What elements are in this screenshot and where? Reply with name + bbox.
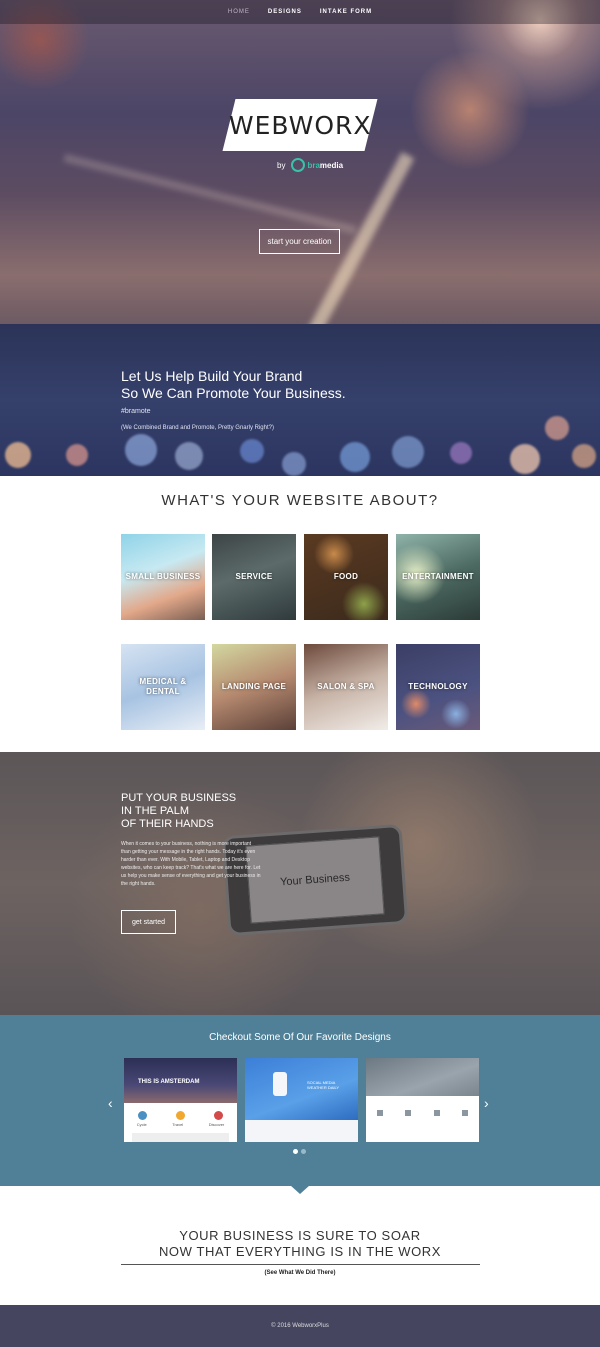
soar-line2: NOW THAT EVERYTHING IS IN THE WORX [158, 1244, 442, 1259]
bokeh-light [450, 442, 472, 464]
bokeh-light [282, 452, 306, 476]
carousel-prev-icon[interactable]: ‹ [108, 1095, 113, 1111]
feature-icon [405, 1110, 412, 1116]
feature-icon [461, 1110, 468, 1116]
palm-heading: PUT YOUR BUSINESS IN THE PALM OF THEIR H… [121, 792, 236, 831]
design-thumbnail-amsterdam[interactable]: THIS IS AMSTERDAM Cycle Travel Discover [124, 1058, 237, 1142]
bokeh-light [510, 444, 540, 474]
cycle-icon [138, 1111, 148, 1120]
design-thumbnail-desk[interactable] [366, 1058, 479, 1142]
divider [121, 1264, 480, 1265]
tile-label: FOOD [333, 572, 359, 581]
byline: by bramedia [277, 158, 343, 172]
bokeh-light [572, 444, 596, 468]
start-creation-button[interactable]: start your creation [259, 229, 340, 254]
soar-subtext: (See What We Did There) [264, 1270, 336, 1276]
discover-icon [213, 1111, 223, 1120]
bramedia-wordmark: bramedia [307, 160, 344, 170]
thumb-features [366, 1096, 479, 1116]
thumb-feature-label: Travel [172, 1122, 184, 1127]
bokeh-light [125, 434, 157, 466]
thumb-text-block [132, 1133, 229, 1142]
nav-home[interactable]: HOME [228, 9, 250, 15]
palm-heading-line3: OF THEIR HANDS [121, 818, 214, 830]
carousel-dot-active[interactable] [293, 1149, 298, 1154]
section-caret [290, 1185, 310, 1194]
tile-label: MEDICAL & DENTAL [139, 677, 187, 696]
bramedia-circle-icon [291, 158, 306, 172]
brand-hashtag: #bramote [121, 408, 151, 415]
feature-icon [433, 1110, 440, 1116]
thumb-hero: SOCIAL MEDIA WEATHER DAILY [245, 1058, 358, 1120]
thumb-hero: THIS IS AMSTERDAM [124, 1058, 237, 1103]
bramedia-logo: bramedia [291, 158, 343, 172]
tile-label: ENTERTAINMENT [402, 572, 474, 581]
tile-technology[interactable]: TECHNOLOGY [396, 644, 480, 730]
tile-food[interactable]: FOOD [304, 534, 388, 620]
tile-salon-spa[interactable]: SALON & SPA [304, 644, 388, 730]
webworx-logo[interactable]: WEBWORX [222, 99, 378, 151]
phone-screen-text: Your Business [279, 871, 351, 889]
bokeh-light [240, 439, 264, 463]
thumb-body [245, 1120, 358, 1142]
get-started-button[interactable]: get started [121, 910, 176, 934]
brand-note: (We Combined Brand and Promote, Pretty G… [121, 425, 274, 431]
brand-heading-line1: Let Us Help Build Your Brand [121, 368, 303, 384]
nav-designs[interactable]: DESIGNS [268, 9, 302, 15]
phone-screen: Your Business [245, 836, 385, 924]
tile-label: TECHNOLOGY [408, 682, 468, 691]
tile-entertainment[interactable]: ENTERTAINMENT [396, 534, 480, 620]
palm-body: When it comes to your business, nothing … [121, 841, 261, 887]
tile-small-business[interactable]: SMALL BUSINESS [121, 534, 205, 620]
carousel-dots [293, 1149, 306, 1154]
footer: © 2016 WebworxPlus [0, 1305, 600, 1347]
thumb-feature-label: Cycle [136, 1122, 147, 1127]
tile-label: LANDING PAGE [221, 682, 287, 691]
top-nav: HOME DESIGNS INTAKE FORM [0, 0, 600, 24]
thumb-feature-label: Discover [208, 1122, 225, 1127]
bokeh-light [175, 442, 203, 470]
phone-icon [273, 1072, 287, 1096]
palm-section: Your Business PUT YOUR BUSINESS IN THE P… [0, 752, 600, 1015]
hero-section: WEBWORX by bramedia start your creation [0, 0, 600, 324]
palm-heading-line1: PUT YOUR BUSINESS [121, 792, 237, 804]
soar-line1: YOUR BUSINESS IS SURE TO SOAR [179, 1228, 421, 1243]
thumb-features [124, 1103, 237, 1120]
tile-landing-page[interactable]: LANDING PAGE [212, 644, 296, 730]
page: WEBWORX by bramedia start your creation … [0, 0, 600, 1347]
design-thumbnail-weather[interactable]: SOCIAL MEDIA WEATHER DAILY [245, 1058, 358, 1142]
travel-icon [175, 1111, 185, 1120]
palm-heading-line2: IN THE PALM [121, 805, 190, 817]
bokeh-light [5, 442, 31, 468]
designs-section: Checkout Some Of Our Favorite Designs ‹ … [0, 1015, 600, 1186]
carousel-dot[interactable] [301, 1149, 306, 1154]
soar-heading: YOUR BUSINESS IS SURE TO SOAR NOW THAT E… [0, 1228, 600, 1260]
thumb-hero [366, 1058, 479, 1096]
bokeh-light [66, 444, 88, 466]
carousel-next-icon[interactable]: › [484, 1095, 489, 1111]
tile-service[interactable]: SERVICE [212, 534, 296, 620]
brand-section: Let Us Help Build Your Brand So We Can P… [0, 324, 600, 476]
logo-text: WEBWORX [228, 110, 372, 140]
copyright: © 2016 WebworxPlus [271, 1323, 329, 1329]
thumb-feature-labels: Cycle Travel Discover [124, 1120, 237, 1127]
bokeh-light [340, 442, 370, 472]
brand-heading-line2: So We Can Promote Your Business. [121, 385, 346, 401]
about-title: WHAT'S YOUR WEBSITE ABOUT? [161, 492, 439, 509]
tile-label: SERVICE [235, 572, 273, 581]
nav-intake-form[interactable]: INTAKE FORM [320, 9, 372, 15]
brand-heading: Let Us Help Build Your Brand So We Can P… [121, 368, 346, 402]
tile-label: SALON & SPA [317, 682, 375, 691]
thumb-headline: SOCIAL MEDIA WEATHER DAILY [307, 1080, 340, 1090]
thumb-headline: THIS IS AMSTERDAM [138, 1079, 200, 1085]
tile-medical-dental[interactable]: MEDICAL & DENTAL [121, 644, 205, 730]
tile-label: SMALL BUSINESS [125, 572, 201, 581]
bokeh-light [392, 436, 424, 468]
by-label: by [277, 160, 286, 170]
feature-icon [377, 1110, 384, 1116]
designs-title: Checkout Some Of Our Favorite Designs [209, 1032, 391, 1043]
bokeh-light [545, 416, 569, 440]
